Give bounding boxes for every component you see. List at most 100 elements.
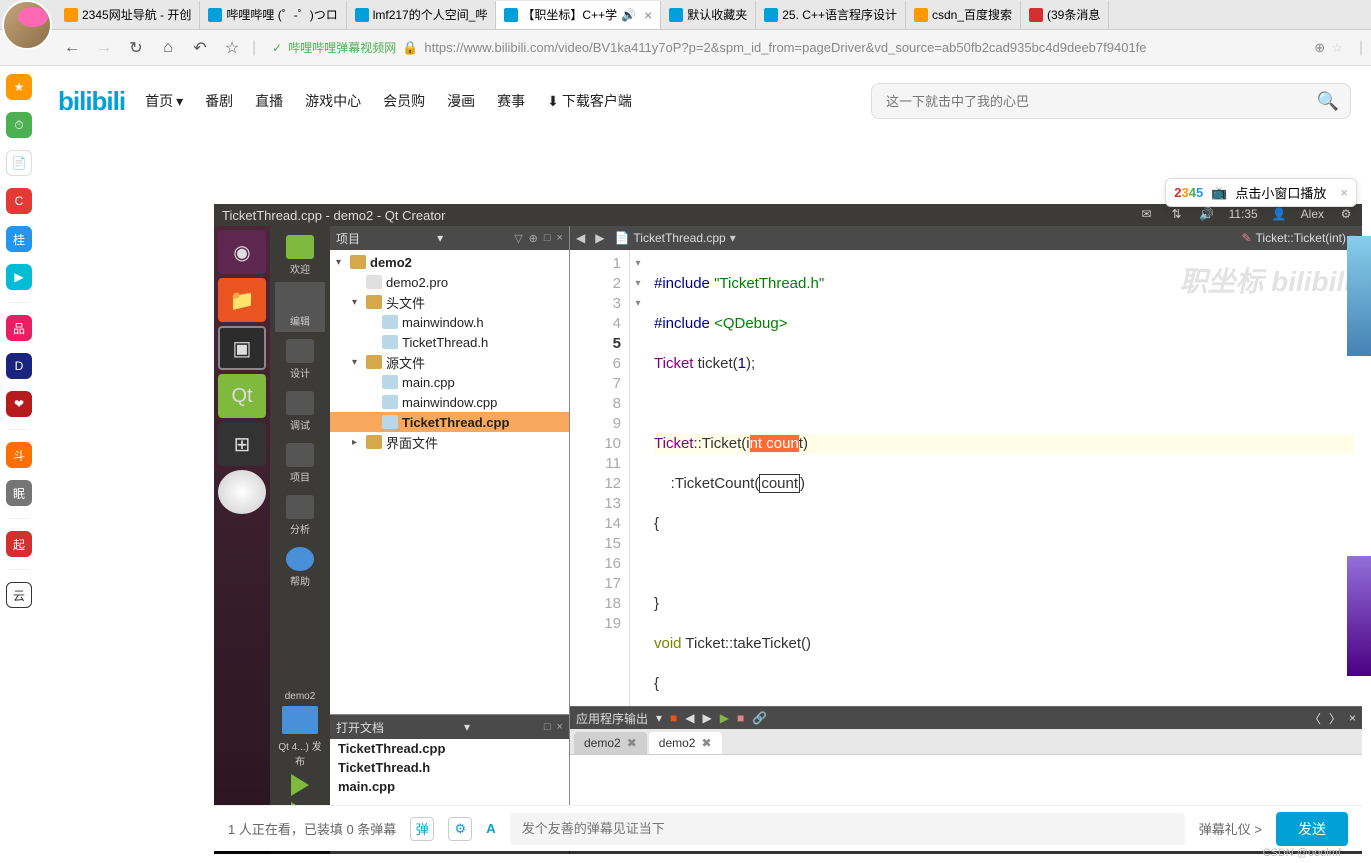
sidebar-app-icon[interactable]: ⏱ [6,112,32,138]
browser-tab[interactable]: 默认收藏夹 [661,1,756,29]
sidebar-app-icon[interactable]: D [6,353,32,379]
qt-mode-projects[interactable]: 项目 [275,438,325,488]
prev-icon[interactable]: ◀ [685,711,694,725]
sidebar-app-icon[interactable]: ▶ [6,264,32,290]
close-icon[interactable]: ✖ [701,736,711,750]
qtcreator-icon[interactable]: Qt [218,374,266,418]
qt-kit-selector[interactable]: demo2 Qt 4...) 发布 [275,691,325,768]
output-tab-active[interactable]: demo2✖ [649,732,722,754]
nav-item[interactable]: 游戏中心 [305,91,361,111]
stop2-icon[interactable]: ■ [737,711,744,725]
filter-icon[interactable]: ▽ [514,232,522,245]
tree-folder[interactable]: 头文件 [386,293,425,312]
browser-profile-avatar[interactable] [2,0,52,50]
opendoc-item[interactable]: main.cpp [330,777,569,796]
fold-gutter[interactable]: ▾▾▾ [630,250,646,706]
close-icon[interactable]: × [557,721,563,733]
close-icon[interactable]: × [1340,185,1348,200]
split-icon[interactable]: □ [544,232,551,245]
qt-mode-debug[interactable]: 调试 [275,386,325,436]
sidebar-app-icon[interactable]: ★ [6,74,32,100]
editor-symbol-selector[interactable]: ✎Ticket::Ticket(int)▾ [1241,231,1356,245]
volume-icon[interactable]: 🔊 [1199,206,1215,222]
url-bar[interactable]: ✓ 哔哩哔哩弹幕视频网 🔒 https://www.bilibili.com/v… [264,35,1351,61]
forward-button[interactable]: → [92,36,116,60]
sidebar-app-icon[interactable]: 桂 [6,226,32,252]
ubuntu-dash-icon[interactable]: ◉ [218,230,266,274]
browser-tab[interactable]: 2345网址导航 - 开创 [56,1,200,29]
split-icon[interactable]: □ [544,721,551,733]
terminal-icon[interactable]: ▣ [218,326,266,370]
star-button[interactable]: ☆ [220,36,244,60]
tree-file-selected[interactable]: TicketThread.cpp [402,415,509,430]
username[interactable]: Alex [1301,207,1324,221]
browser-tab-active[interactable]: 【职坐标】C++学🔊× [496,1,661,29]
network-icon[interactable]: ⇅ [1169,206,1185,222]
qt-mode-design[interactable]: 设计 [275,334,325,384]
nav-download[interactable]: ⬇ 下载客户端 [547,91,632,111]
home-button[interactable]: ⌂ [156,36,180,60]
minimize-icon[interactable]: 〈 [1309,710,1321,727]
browser-tab[interactable]: lmf217的个人空间_哔 [347,1,497,29]
sidebar-app-icon[interactable]: 斗 [6,442,32,468]
bookmark-icon[interactable]: ☆ [1331,40,1343,56]
tree-folder[interactable]: 界面文件 [386,433,438,452]
close-icon[interactable]: × [1349,711,1356,725]
danmu-toggle-icon[interactable]: 弹 [410,817,434,841]
nav-back-icon[interactable]: ◀ [576,231,585,245]
close-icon[interactable]: ✖ [627,736,637,750]
tree-file[interactable]: demo2.pro [386,275,448,290]
project-tree[interactable]: ▾demo2 demo2.pro ▾头文件 mainwindow.h Ticke… [330,250,569,714]
nav-fwd-icon[interactable]: ▶ [595,231,604,245]
qt-mode-help[interactable]: 帮助 [275,542,325,592]
reload-button[interactable]: ↻ [124,36,148,60]
bilibili-logo[interactable]: bilibili [58,86,125,117]
search-icon[interactable]: 🔍 [1317,91,1339,112]
code-editor[interactable]: 职坐标 bilibili 123456789101112131415161718… [570,250,1362,706]
popup-text[interactable]: 点击小窗口播放 [1235,183,1326,202]
nav-item[interactable]: 漫画 [447,91,475,111]
sync-icon[interactable]: ⊕ [529,232,538,245]
sidebar-app-icon[interactable]: C [6,188,32,214]
font-style-icon[interactable]: A [486,821,495,836]
mail-icon[interactable]: ✉ [1139,206,1155,222]
nav-item[interactable]: 会员购 [383,91,425,111]
user-icon[interactable]: 👤 [1272,207,1287,221]
browser-tab[interactable]: (39条消息 [1021,1,1109,29]
tree-project[interactable]: demo2 [370,255,412,270]
nav-item[interactable]: 番剧 [205,91,233,111]
search-input[interactable] [871,83,1351,119]
back-button[interactable]: ← [60,36,84,60]
browser-tab[interactable]: 哔哩哔哩 (゜-゜)つロ [200,1,346,29]
clock[interactable]: 11:35 [1229,207,1258,221]
sidebar-app-icon[interactable]: ❤ [6,391,32,417]
danmu-settings-icon[interactable]: ⚙ [448,817,472,841]
opendoc-item[interactable]: TicketThread.h [330,758,569,777]
danmu-input[interactable] [510,813,1185,845]
chevron-down-icon[interactable]: ▾ [437,231,443,245]
code-content[interactable]: #include "TicketThread.h" #include <QDeb… [646,250,1362,706]
editor-file-selector[interactable]: 📄TicketThread.cpp▾ [614,231,735,245]
run-icon[interactable]: ▶ [720,711,729,725]
sidebar-app-icon[interactable]: 眠 [6,480,32,506]
translate-icon[interactable]: ⊕ [1314,40,1325,56]
nav-home[interactable]: 首页 ▾ [145,91,183,111]
stop-icon[interactable]: ■ [670,711,677,725]
tree-file[interactable]: main.cpp [402,375,455,390]
tree-folder[interactable]: 源文件 [386,353,425,372]
sidebar-app-icon[interactable]: 品 [6,315,32,341]
audio-icon[interactable]: 🔊 [621,8,636,22]
video-thumbnail[interactable] [1347,236,1371,356]
sidebar-app-icon[interactable]: 起 [6,531,32,557]
browser-tab[interactable]: csdn_百度搜索 [906,1,1021,29]
sidebar-app-icon[interactable]: 云 [6,582,32,608]
danmu-etiquette-link[interactable]: 弹幕礼仪 > [1199,819,1262,838]
output-tab[interactable]: demo2✖ [574,732,647,754]
close-icon[interactable]: × [644,7,652,23]
workspace-icon[interactable]: ⊞ [218,422,266,466]
send-button[interactable]: 发送 [1276,812,1348,846]
next-icon[interactable]: ▶ [703,711,712,725]
browser-tab[interactable]: 25. C++语言程序设计 [756,1,906,29]
tree-file[interactable]: mainwindow.h [402,315,484,330]
files-icon[interactable]: 📁 [218,278,266,322]
